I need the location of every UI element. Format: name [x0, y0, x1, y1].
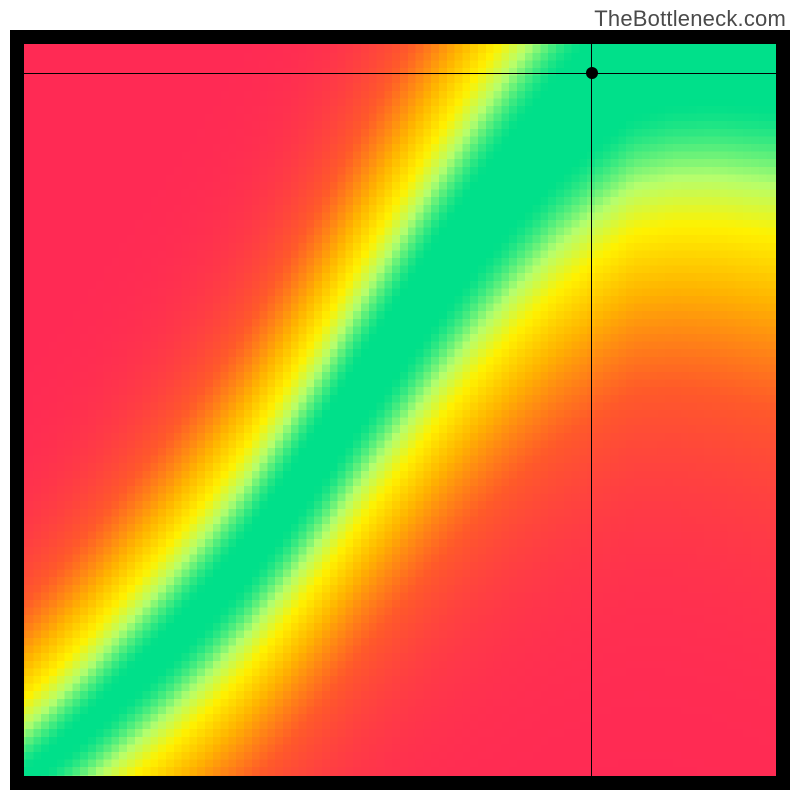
- attribution-text: TheBottleneck.com: [594, 6, 786, 32]
- chart-frame: TheBottleneck.com: [0, 0, 800, 800]
- bottleneck-heatmap: [10, 30, 790, 790]
